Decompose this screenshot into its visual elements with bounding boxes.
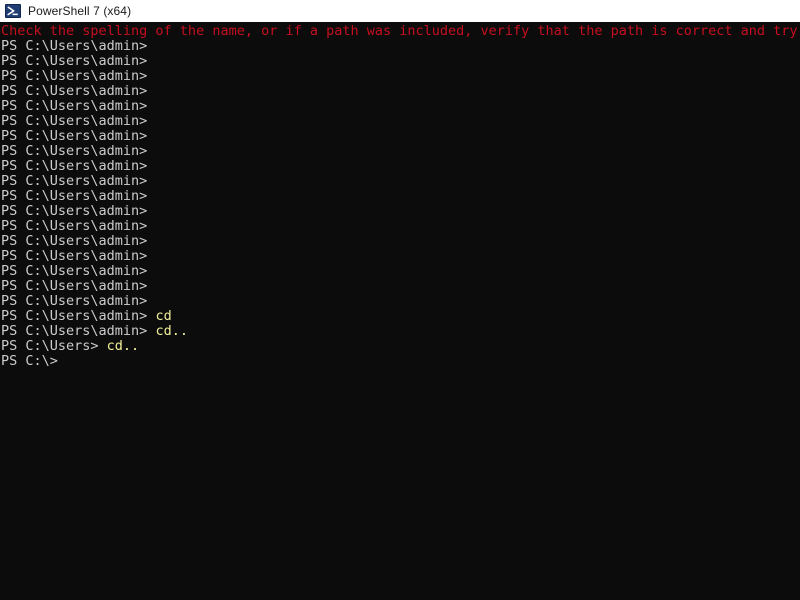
prompt-text: PS C:\Users\admin>: [1, 113, 148, 129]
terminal-error-line: Check the spelling of the name, or if a …: [0, 24, 800, 39]
prompt-text: PS C:\Users\admin>: [1, 158, 148, 174]
terminal-prompt-line: PS C:\Users\admin>: [0, 174, 800, 189]
prompt-text: PS C:\Users\admin>: [1, 98, 148, 114]
terminal-prompt-line: PS C:\Users\admin>: [0, 204, 800, 219]
terminal-output[interactable]: Check the spelling of the name, or if a …: [0, 22, 800, 600]
command-text: cd..: [98, 338, 140, 354]
powershell-window: PowerShell 7 (x64) Check the spelling of…: [0, 0, 800, 600]
terminal-prompt-line: PS C:\Users\admin> cd: [0, 309, 800, 324]
prompt-text: PS C:\Users\admin>: [1, 188, 148, 204]
prompt-text: PS C:\Users\admin>: [1, 173, 148, 189]
terminal-prompt-line: PS C:\Users\admin>: [0, 219, 800, 234]
terminal-prompt-line: PS C:\Users\admin>: [0, 114, 800, 129]
terminal-prompt-line: PS C:\Users\admin>: [0, 249, 800, 264]
prompt-text: PS C:\Users>: [1, 338, 99, 354]
terminal-prompt-line: PS C:\Users\admin>: [0, 69, 800, 84]
terminal-prompt-line: PS C:\Users\admin>: [0, 54, 800, 69]
command-text: cd: [147, 308, 172, 324]
terminal-prompt-line: PS C:\Users\admin>: [0, 234, 800, 249]
terminal-prompt-line: PS C:\Users\admin>: [0, 84, 800, 99]
terminal-prompt-line: PS C:\Users\admin>: [0, 159, 800, 174]
prompt-text: PS C:\Users\admin>: [1, 128, 148, 144]
command-text: cd..: [147, 323, 188, 339]
terminal-prompt-line: PS C:\Users\admin>: [0, 129, 800, 144]
terminal-prompt-line: PS C:\>: [0, 354, 800, 369]
prompt-text: PS C:\Users\admin>: [1, 308, 148, 324]
prompt-text: PS C:\Users\admin>: [1, 263, 148, 279]
terminal-prompt-line: PS C:\Users\admin>: [0, 264, 800, 279]
prompt-text: PS C:\>: [1, 353, 58, 369]
powershell-icon: [5, 3, 21, 19]
prompt-text: PS C:\Users\admin>: [1, 38, 148, 54]
error-message-text: Check the spelling of the name, or if a …: [1, 23, 798, 39]
prompt-text: PS C:\Users\admin>: [1, 83, 148, 99]
terminal-prompt-line: PS C:\Users> cd..: [0, 339, 800, 354]
terminal-prompt-line: PS C:\Users\admin> cd..: [0, 324, 800, 339]
prompt-text: PS C:\Users\admin>: [1, 233, 148, 249]
prompt-text: PS C:\Users\admin>: [1, 323, 148, 339]
prompt-text: PS C:\Users\admin>: [1, 53, 148, 69]
prompt-text: PS C:\Users\admin>: [1, 278, 148, 294]
prompt-text: PS C:\Users\admin>: [1, 218, 148, 234]
terminal-prompt-line: PS C:\Users\admin>: [0, 294, 800, 309]
terminal-prompt-line: PS C:\Users\admin>: [0, 99, 800, 114]
prompt-text: PS C:\Users\admin>: [1, 68, 148, 84]
terminal-prompt-line: PS C:\Users\admin>: [0, 144, 800, 159]
window-titlebar[interactable]: PowerShell 7 (x64): [0, 0, 800, 22]
prompt-text: PS C:\Users\admin>: [1, 143, 148, 159]
terminal-prompt-line: PS C:\Users\admin>: [0, 39, 800, 54]
terminal-prompt-line: PS C:\Users\admin>: [0, 279, 800, 294]
window-title: PowerShell 7 (x64): [28, 4, 132, 18]
prompt-text: PS C:\Users\admin>: [1, 203, 148, 219]
prompt-text: PS C:\Users\admin>: [1, 248, 148, 264]
terminal-prompt-line: PS C:\Users\admin>: [0, 189, 800, 204]
prompt-text: PS C:\Users\admin>: [1, 293, 148, 309]
